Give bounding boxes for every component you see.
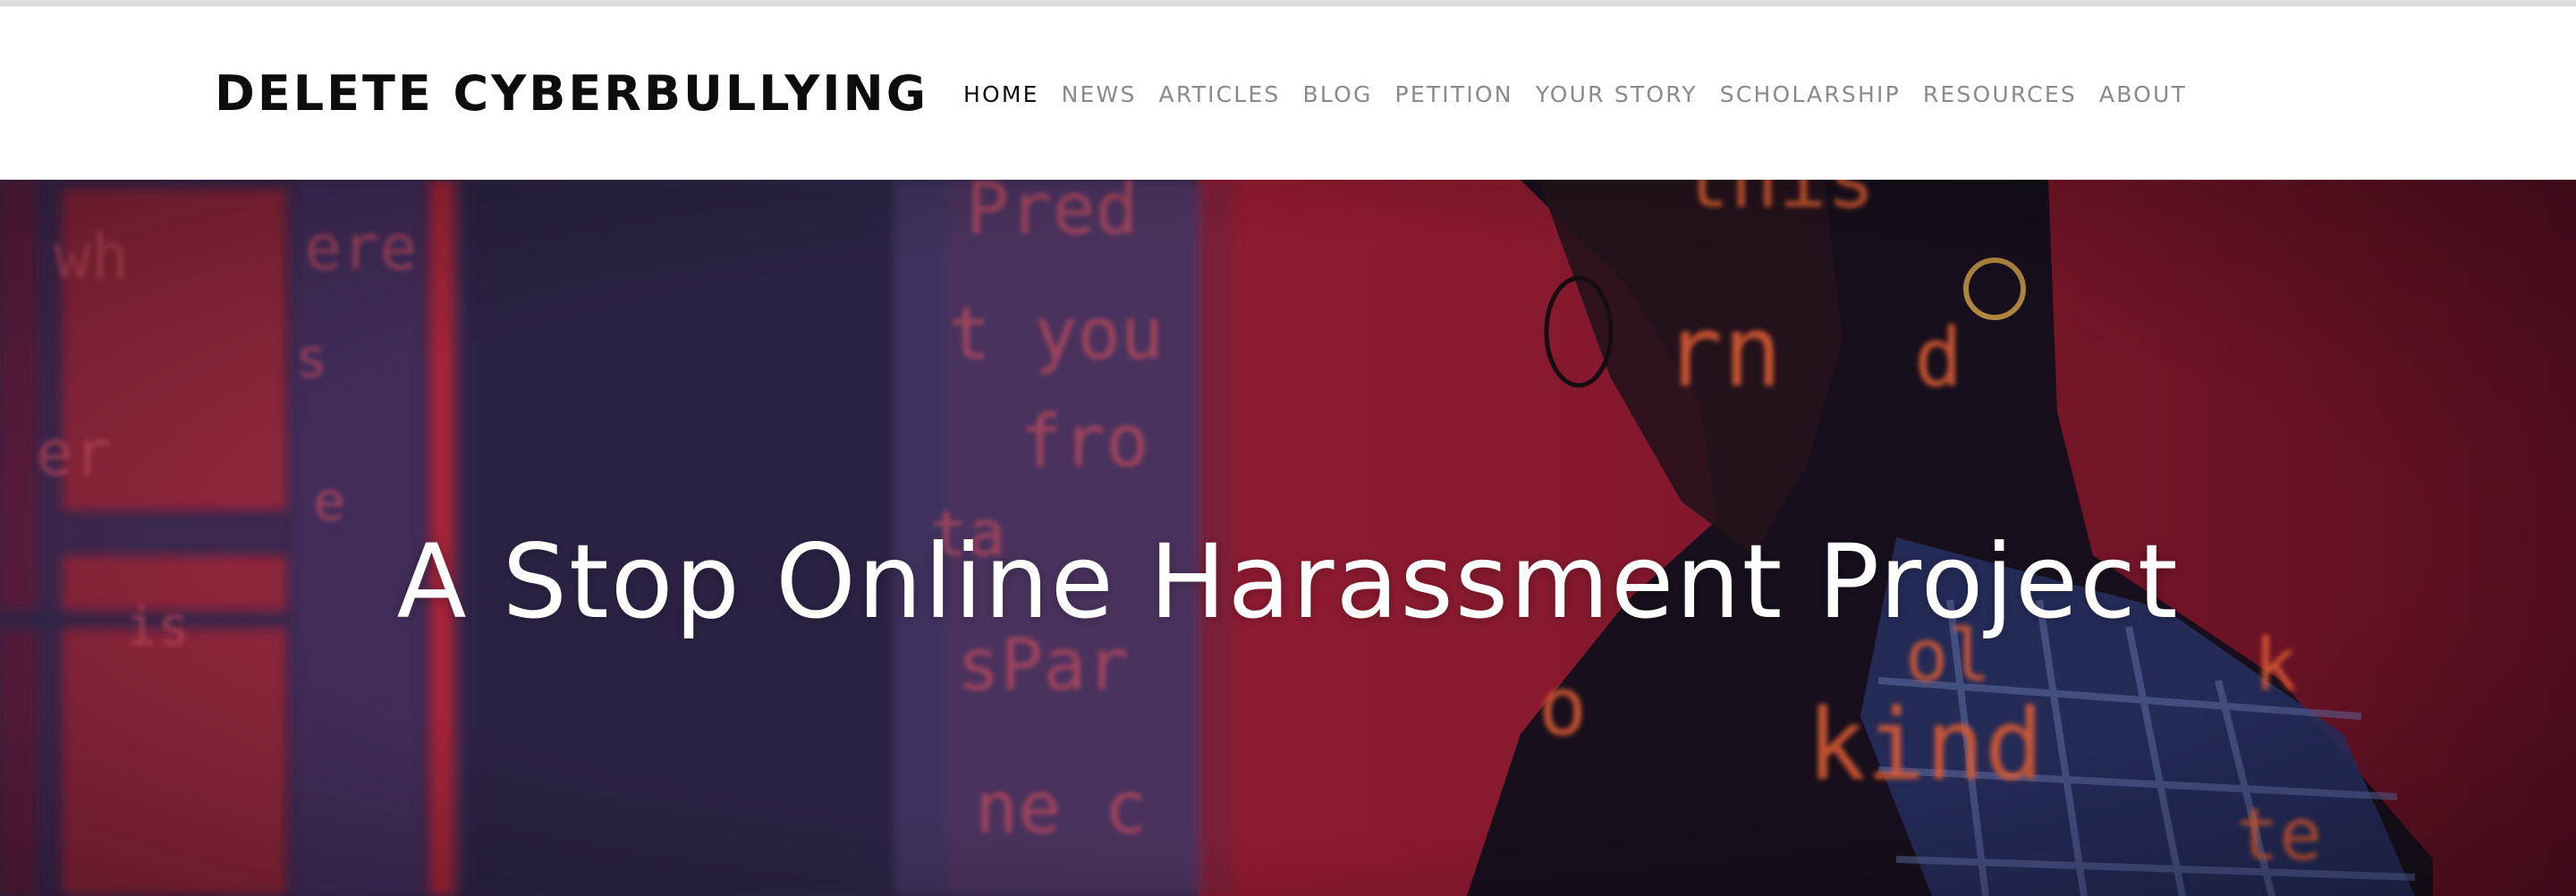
nav-link-scholarship[interactable]: SCHOLARSHIP: [1720, 81, 1901, 107]
nav-link-petition[interactable]: PETITION: [1395, 81, 1513, 107]
site-title-link[interactable]: DELETE CYBERBULLYING: [215, 65, 928, 122]
hero-banner: wh ere s er e is Pred t you fro ta sPar …: [0, 180, 2576, 896]
nav-link-about[interactable]: ABOUT: [2099, 81, 2187, 107]
site-header: DELETE CYBERBULLYING HOME NEWS ARTICLES …: [0, 6, 2576, 180]
nav-link-your-story[interactable]: YOUR STORY: [1536, 81, 1698, 107]
browser-top-border: [0, 0, 2576, 6]
nav-link-news[interactable]: NEWS: [1062, 81, 1137, 107]
hero-title: A Stop Online Harassment Project: [396, 522, 2180, 642]
nav-link-articles[interactable]: ARTICLES: [1159, 81, 1281, 107]
nav-link-resources[interactable]: RESOURCES: [1923, 81, 2077, 107]
main-navigation: HOME NEWS ARTICLES BLOG PETITION YOUR ST…: [963, 81, 2187, 107]
nav-link-home[interactable]: HOME: [963, 81, 1039, 107]
nav-link-blog[interactable]: BLOG: [1303, 81, 1373, 107]
